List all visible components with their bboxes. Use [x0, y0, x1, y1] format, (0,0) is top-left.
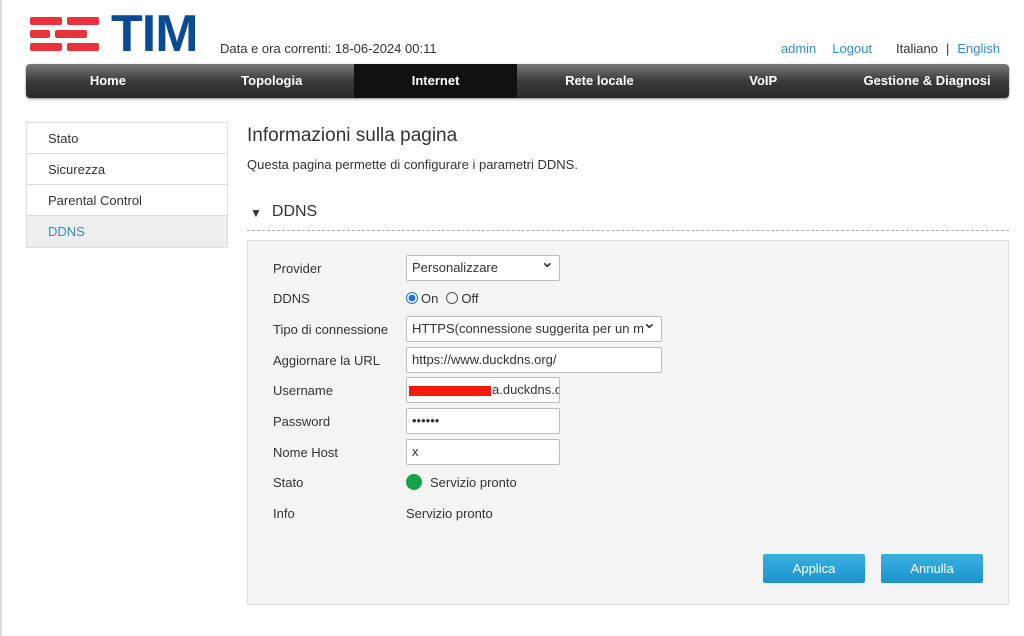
lang-separator: |: [945, 41, 950, 56]
sidebar: Stato Sicurezza Parental Control DDNS: [26, 122, 228, 248]
nav-gestione-diagnosi[interactable]: Gestione & Diagnosi: [845, 64, 1009, 98]
logo-bars: [30, 17, 99, 51]
ddns-on-label: On: [421, 290, 439, 306]
sidebar-item-stato[interactable]: Stato: [27, 123, 227, 154]
hostname-input[interactable]: x: [406, 439, 560, 465]
page-description: Questa pagina permette di configurare i …: [247, 157, 578, 172]
apply-button[interactable]: Applica: [763, 554, 865, 583]
page-title: Informazioni sulla pagina: [247, 125, 458, 146]
nav-voip[interactable]: VoIP: [681, 64, 845, 98]
ddns-label: DDNS: [273, 290, 310, 306]
main-nav: Home Topologia Internet Rete locale VoIP…: [26, 64, 1009, 98]
password-label: Password: [273, 413, 331, 429]
password-input[interactable]: ••••••: [406, 408, 560, 434]
lang-english[interactable]: English: [957, 41, 1000, 56]
sidebar-item-sicurezza[interactable]: Sicurezza: [27, 154, 227, 185]
triangle-down-icon: ▼: [250, 206, 262, 220]
url-label: Aggiornare la URL: [273, 352, 380, 368]
nav-rete-locale[interactable]: Rete locale: [517, 64, 681, 98]
stato-value: Servizio pronto: [430, 474, 517, 490]
provider-label: Provider: [273, 260, 322, 276]
ddns-off-radio[interactable]: [446, 292, 459, 304]
provider-select[interactable]: Personalizzare: [406, 255, 560, 281]
nav-topologia[interactable]: Topologia: [190, 64, 354, 98]
info-value: Servizio pronto: [406, 505, 493, 521]
tim-logo: TIM: [30, 5, 199, 63]
conn-type-label: Tipo di connessione: [273, 321, 389, 337]
lang-italiano[interactable]: Italiano: [896, 41, 938, 56]
info-label: Info: [273, 505, 295, 521]
logo-text: TIM: [111, 5, 199, 63]
cancel-button[interactable]: Annulla: [881, 554, 983, 583]
ddns-form: Provider Personalizzare DDNS On Off Tipo…: [247, 240, 1009, 605]
stato-label: Stato: [273, 474, 304, 490]
nav-internet[interactable]: Internet: [353, 64, 518, 98]
current-datetime: Data e ora correnti: 18-06-2024 00:11: [220, 41, 437, 56]
status-dot-icon: [406, 474, 422, 490]
section-header[interactable]: ▼ DDNS: [247, 203, 1009, 231]
url-input[interactable]: https://www.duckdns.org/: [406, 347, 662, 373]
username-input[interactable]: a.duckdns.c: [406, 377, 560, 403]
username-value: a.duckdns.c: [492, 382, 560, 397]
admin-link[interactable]: admin: [781, 41, 816, 56]
redaction-mark: [409, 386, 491, 396]
ddns-on-radio[interactable]: [406, 292, 418, 304]
sidebar-item-ddns[interactable]: DDNS: [27, 216, 227, 247]
logout-link[interactable]: Logout: [832, 41, 872, 56]
conn-type-select[interactable]: HTTPS(connessione suggerita per un m: [406, 316, 662, 342]
username-label: Username: [273, 382, 333, 398]
sidebar-item-parental-control[interactable]: Parental Control: [27, 185, 227, 216]
nav-home[interactable]: Home: [26, 64, 190, 98]
section-title: DDNS: [271, 203, 318, 220]
ddns-off-label: Off: [461, 290, 479, 306]
hostname-label: Nome Host: [273, 444, 339, 460]
